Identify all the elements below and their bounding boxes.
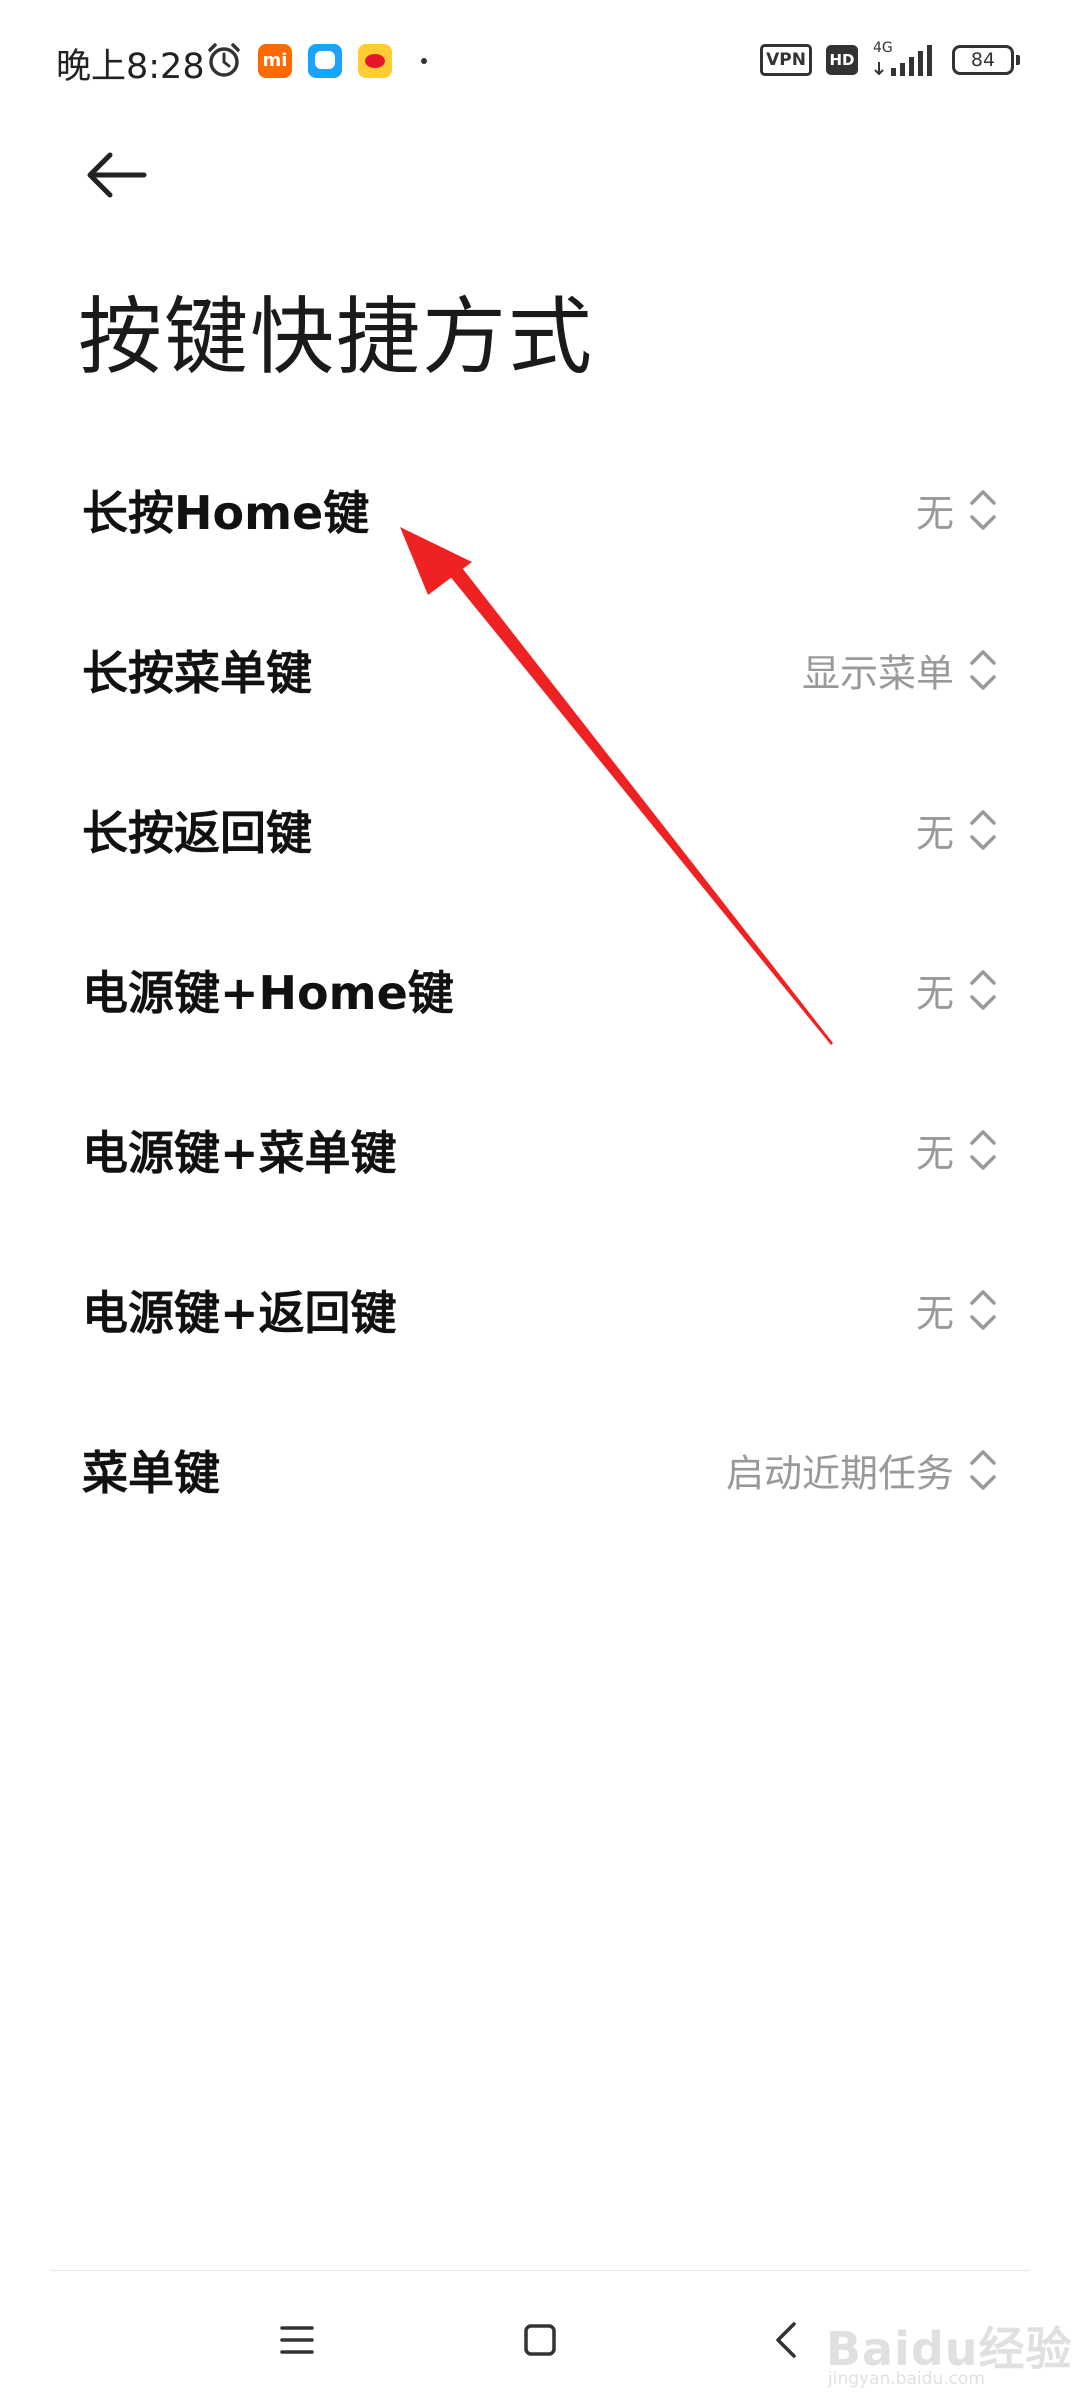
setting-label: 电源键+Home键: [82, 966, 454, 1020]
setting-label: 菜单键: [82, 1446, 220, 1500]
setting-power-home[interactable]: 电源键+Home键 无: [0, 910, 1080, 1070]
setting-label: 电源键+菜单键: [82, 1126, 397, 1180]
signal-icon: 4G: [873, 40, 937, 80]
chevron-up-down-icon: [970, 650, 996, 690]
setting-long-press-menu[interactable]: 长按菜单键 显示菜单: [0, 590, 1080, 750]
setting-value: 显示菜单: [801, 651, 954, 696]
home-icon: [524, 2324, 556, 2356]
nav-divider: [50, 2270, 1030, 2271]
setting-label: 长按返回键: [82, 806, 312, 860]
setting-value: 启动近期任务: [725, 1451, 954, 1496]
recents-button[interactable]: [257, 2300, 337, 2380]
nav-back-button[interactable]: [748, 2300, 828, 2380]
menu-icon: [280, 2326, 314, 2354]
home-button[interactable]: [500, 2300, 580, 2380]
more-notifications-dot: [421, 58, 427, 64]
setting-long-press-home[interactable]: 长按Home键 无: [0, 430, 1080, 590]
vpn-icon: VPN: [760, 44, 812, 76]
setting-label: 长按菜单键: [82, 646, 312, 700]
weibo-app-icon: [358, 44, 392, 78]
baidu-watermark: Baidu经验 jingyan.baidu.com: [826, 2305, 1072, 2395]
mi-app-icon: mi: [258, 44, 292, 78]
setting-value: 无: [915, 971, 954, 1016]
setting-menu-key[interactable]: 菜单键 启动近期任务: [0, 1390, 1080, 1550]
chevron-up-down-icon: [970, 970, 996, 1010]
hd-icon: HD: [826, 45, 858, 75]
setting-power-back[interactable]: 电源键+返回键 无: [0, 1230, 1080, 1390]
chevron-up-down-icon: [970, 490, 996, 530]
setting-value: 无: [915, 811, 954, 856]
settings-list: 长按Home键 无 长按菜单键 显示菜单 长按返回键 无 电源键+Home键 无…: [0, 430, 1080, 1550]
chevron-up-down-icon: [970, 1290, 996, 1330]
battery-icon: 84: [952, 45, 1020, 75]
back-button[interactable]: [80, 145, 152, 205]
setting-value: 无: [915, 491, 954, 536]
chevron-up-down-icon: [970, 1130, 996, 1170]
setting-long-press-back[interactable]: 长按返回键 无: [0, 750, 1080, 910]
chevron-up-down-icon: [970, 810, 996, 850]
chevron-up-down-icon: [970, 1450, 996, 1490]
setting-label: 长按Home键: [82, 486, 370, 540]
watermark-url: jingyan.baidu.com: [828, 2369, 985, 2389]
setting-value: 无: [915, 1291, 954, 1336]
status-bar: 晚上8:28 mi VPN HD 4G 84: [0, 0, 1080, 130]
alarm-icon: [208, 43, 240, 77]
page-title: 按键快捷方式: [78, 288, 595, 386]
setting-power-menu[interactable]: 电源键+菜单键 无: [0, 1070, 1080, 1230]
back-icon: [776, 2322, 796, 2358]
setting-value: 无: [915, 1131, 954, 1176]
message-app-icon: [308, 44, 342, 78]
status-time: 晚上8:28: [56, 47, 205, 87]
setting-label: 电源键+返回键: [82, 1286, 397, 1340]
arrow-left-icon: [87, 152, 147, 198]
